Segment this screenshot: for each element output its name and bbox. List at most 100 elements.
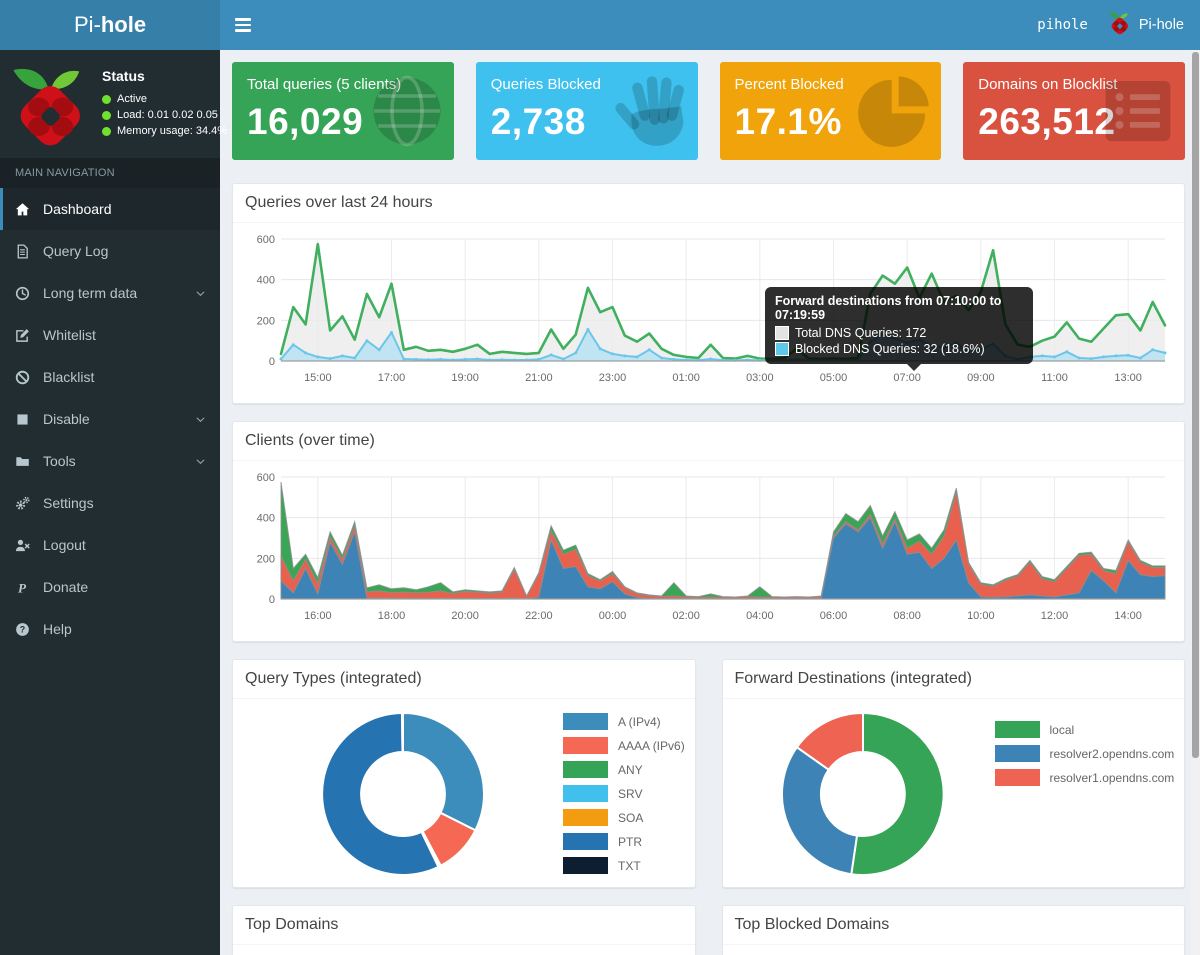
svg-text:16:00: 16:00 bbox=[304, 610, 332, 622]
svg-text:10:00: 10:00 bbox=[967, 610, 995, 622]
edit-icon bbox=[15, 327, 34, 343]
legend-item-local[interactable]: local bbox=[995, 721, 1175, 738]
stat-card-total-queries-5-clients-[interactable]: Total queries (5 clients)16,029 bbox=[232, 62, 454, 160]
sidebar-item-label: Long term data bbox=[43, 285, 137, 301]
svg-text:19:00: 19:00 bbox=[451, 372, 479, 384]
tooltip-row-1: Blocked DNS Queries: 32 (18.6%) bbox=[775, 342, 1023, 356]
donut-slice-local[interactable] bbox=[851, 713, 943, 875]
svg-text:07:00: 07:00 bbox=[893, 372, 921, 384]
tooltip-row-label: Blocked DNS Queries: 32 (18.6%) bbox=[795, 342, 985, 356]
clients-over-time-chart[interactable]: 020040060016:0018:0020:0022:0000:0002:00… bbox=[243, 469, 1173, 631]
tooltip-row-label: Total DNS Queries: 172 bbox=[795, 326, 926, 340]
svg-text:14:00: 14:00 bbox=[1114, 610, 1142, 622]
sidebar-item-label: Query Log bbox=[43, 243, 108, 259]
donut-slice-txt[interactable] bbox=[402, 713, 403, 752]
top-blocked-domains-title: Top Blocked Domains bbox=[723, 906, 1185, 945]
sidebar-item-tools[interactable]: Tools bbox=[0, 440, 220, 482]
status-title: Status bbox=[102, 68, 227, 84]
stat-cards-row: Total queries (5 clients)16,029Queries B… bbox=[232, 62, 1185, 160]
status-item-label: Active bbox=[117, 93, 147, 105]
legend-item-ptr[interactable]: PTR bbox=[563, 833, 685, 850]
navbar: pihole 00%"> Pi-hole bbox=[220, 0, 1200, 50]
page-scrollbar[interactable] bbox=[1191, 50, 1200, 955]
sidebar-item-label: Settings bbox=[43, 495, 94, 511]
svg-text:12:00: 12:00 bbox=[1041, 610, 1069, 622]
sidebar-item-query-log[interactable]: Query Log bbox=[0, 230, 220, 272]
sidebar-item-blacklist[interactable]: Blacklist bbox=[0, 356, 220, 398]
svg-text:04:00: 04:00 bbox=[746, 610, 774, 622]
svg-text:23:00: 23:00 bbox=[599, 372, 627, 384]
brand-link[interactable]: 00%"> Pi-hole bbox=[1108, 11, 1184, 39]
donut-slice-resolver2-opendns-com[interactable] bbox=[781, 747, 856, 874]
legend-swatch bbox=[563, 857, 608, 874]
sidebar-item-settings[interactable]: Settings bbox=[0, 482, 220, 524]
stat-card-percent-blocked[interactable]: Percent Blocked17.1% bbox=[720, 62, 942, 160]
sidebar-item-label: Tools bbox=[43, 453, 76, 469]
legend-item-txt[interactable]: TXT bbox=[563, 857, 685, 874]
sidebar-toggle-icon[interactable] bbox=[220, 0, 266, 50]
svg-text:P: P bbox=[18, 580, 27, 595]
forward-destinations-donut[interactable] bbox=[733, 707, 993, 879]
chevron-down-icon bbox=[195, 414, 206, 425]
legend-item-any[interactable]: ANY bbox=[563, 761, 685, 778]
svg-text:0: 0 bbox=[269, 356, 275, 368]
legend-item-soa[interactable]: SOA bbox=[563, 809, 685, 826]
sidebar-item-help[interactable]: ?Help bbox=[0, 608, 220, 650]
navbar-right: pihole 00%"> Pi-hole bbox=[1037, 11, 1200, 39]
query-types-donut[interactable] bbox=[243, 707, 563, 879]
query-types-title: Query Types (integrated) bbox=[233, 660, 695, 699]
legend-label: TXT bbox=[618, 859, 641, 873]
svg-text:15:00: 15:00 bbox=[304, 372, 332, 384]
status-item-1: Load: 0.01 0.02 0.05 bbox=[102, 109, 227, 121]
top-domains-title: Top Domains bbox=[233, 906, 695, 945]
legend-item-srv[interactable]: SRV bbox=[563, 785, 685, 802]
sidebar-item-disable[interactable]: Disable bbox=[0, 398, 220, 440]
svg-text:02:00: 02:00 bbox=[672, 610, 700, 622]
clock-icon bbox=[15, 285, 34, 301]
svg-text:08:00: 08:00 bbox=[893, 610, 921, 622]
svg-text:11:00: 11:00 bbox=[1041, 372, 1068, 384]
svg-text:03:00: 03:00 bbox=[746, 372, 774, 384]
queries-over-time-chart[interactable]: 020040060015:0017:0019:0021:0023:0001:00… bbox=[243, 231, 1173, 393]
logo-text-bold: hole bbox=[101, 12, 146, 38]
svg-text:400: 400 bbox=[257, 513, 275, 525]
logo-text-light: Pi- bbox=[74, 12, 101, 38]
svg-text:200: 200 bbox=[257, 553, 275, 565]
sidebar-item-dashboard[interactable]: Dashboard bbox=[0, 188, 220, 230]
ban-icon bbox=[15, 369, 34, 385]
sidebar-item-whitelist[interactable]: Whitelist bbox=[0, 314, 220, 356]
sidebar-item-long-term-data[interactable]: Long term data bbox=[0, 272, 220, 314]
status-item-2: Memory usage: 34.4% bbox=[102, 125, 227, 137]
top-navbar: Pi-hole pihole 00%"> Pi-hole bbox=[0, 0, 1200, 50]
legend-item-aaaa-ipv6-[interactable]: AAAA (IPv6) bbox=[563, 737, 685, 754]
stop-icon bbox=[15, 411, 34, 427]
svg-text:200: 200 bbox=[257, 315, 275, 327]
chevron-down-icon bbox=[195, 288, 206, 299]
paypal-icon: P bbox=[15, 579, 34, 595]
legend-item-a-ipv4-[interactable]: A (IPv4) bbox=[563, 713, 685, 730]
svg-text:600: 600 bbox=[257, 472, 275, 484]
legend-item-resolver1-opendns-com[interactable]: resolver1.opendns.com bbox=[995, 769, 1175, 786]
status-item-label: Memory usage: 34.4% bbox=[117, 125, 227, 137]
app-logo[interactable]: Pi-hole bbox=[0, 0, 220, 50]
scrollbar-thumb[interactable] bbox=[1192, 52, 1199, 758]
hand-icon bbox=[614, 74, 688, 151]
stat-card-queries-blocked[interactable]: Queries Blocked2,738 bbox=[476, 62, 698, 160]
sidebar-item-logout[interactable]: Logout bbox=[0, 524, 220, 566]
brand-label: Pi-hole bbox=[1139, 17, 1184, 33]
forward-destinations-legend: local resolver2.opendns.com resolver1.open… bbox=[995, 721, 1175, 793]
stat-card-domains-on-blocklist[interactable]: Domains on Blocklist263,512 bbox=[963, 62, 1185, 160]
query-types-panel: Query Types (integrated) A (IPv4) AAAA (I… bbox=[232, 659, 696, 888]
sidebar-item-donate[interactable]: PDonate bbox=[0, 566, 220, 608]
legend-label: resolver2.opendns.com bbox=[1050, 747, 1175, 761]
donut-slice-a-ipv4-[interactable] bbox=[403, 713, 484, 830]
legend-label: SRV bbox=[618, 787, 642, 801]
legend-label: PTR bbox=[618, 835, 642, 849]
legend-swatch bbox=[995, 769, 1040, 786]
sidebar-item-label: Dashboard bbox=[43, 201, 112, 217]
forward-destinations-title: Forward Destinations (integrated) bbox=[723, 660, 1185, 699]
svg-text:18:00: 18:00 bbox=[378, 610, 406, 622]
svg-text:06:00: 06:00 bbox=[820, 610, 848, 622]
legend-item-resolver2-opendns-com[interactable]: resolver2.opendns.com bbox=[995, 745, 1175, 762]
globe-icon bbox=[370, 74, 444, 151]
